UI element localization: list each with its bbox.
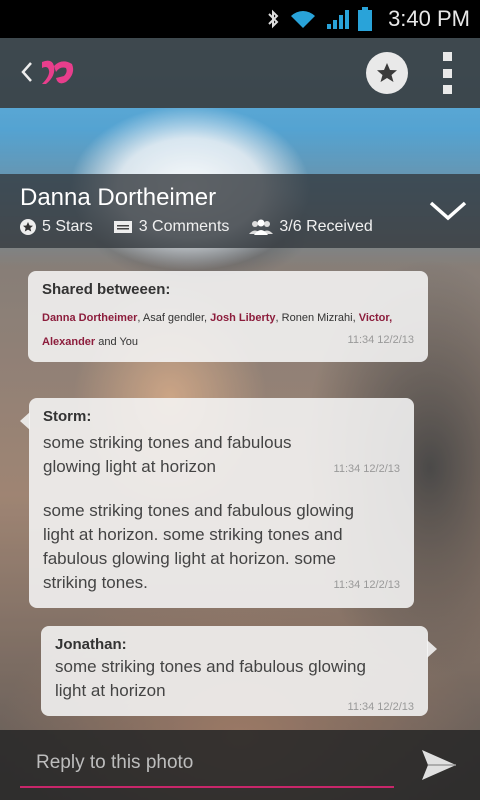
- menu-dot: [442, 52, 452, 61]
- send-icon[interactable]: [420, 748, 458, 782]
- menu-dot: [442, 85, 452, 94]
- stars-label: 5 Stars: [42, 218, 93, 235]
- message-text: some striking tones and fabulous glowing…: [55, 657, 366, 700]
- shared-names-list: Danna Dortheimer, Asaf gendler, Josh Lib…: [42, 306, 414, 354]
- bubble-tail: [427, 640, 437, 658]
- shared-name: , Ronen Mizrahi,: [275, 312, 359, 324]
- comments-count[interactable]: 3 Comments: [113, 218, 230, 236]
- shared-timestamp: 11:34 12/2/13: [347, 334, 414, 346]
- overflow-menu-button[interactable]: [440, 52, 454, 94]
- action-bar: [0, 38, 480, 108]
- message-part: some striking tones and fabulous glowing…: [43, 499, 400, 595]
- bubble-tail: [20, 412, 30, 430]
- message-timestamp: 11:34 12/2/13: [333, 579, 400, 591]
- message-timestamp: 11:34 12/2/13: [347, 701, 414, 713]
- menu-dot: [442, 68, 452, 78]
- message-sender: Storm:: [43, 408, 92, 425]
- message-part: some striking tones and fabulous glowing…: [43, 431, 400, 479]
- message-card: Storm: some striking tones and fabulous …: [20, 398, 414, 608]
- post-meta-row: 5 Stars 3 Comments 3/6 Received: [20, 218, 393, 236]
- star-circle-icon: [20, 219, 36, 235]
- message-part: some striking tones and fabulous glowing…: [55, 655, 414, 713]
- status-time: 3:40 PM: [388, 6, 470, 31]
- shared-name[interactable]: Josh Liberty: [210, 312, 275, 324]
- stars-count[interactable]: 5 Stars: [20, 218, 93, 236]
- comments-label: 3 Comments: [138, 218, 230, 235]
- shared-name: and You: [95, 336, 139, 348]
- post-header: Danna Dortheimer 5 Stars 3 Comments 3/6 …: [0, 174, 480, 248]
- app-logo-icon[interactable]: [38, 54, 78, 90]
- shared-name[interactable]: Danna Dortheimer: [42, 312, 137, 324]
- shared-between-title: Shared betweeen:: [42, 281, 171, 298]
- message-card: Jonathan: some striking tones and fabulo…: [41, 626, 437, 716]
- received-count[interactable]: 3/6 Received: [249, 218, 373, 236]
- message-timestamp: 11:34 12/2/13: [333, 463, 400, 475]
- reply-input[interactable]: [20, 740, 394, 788]
- status-bar: 3:40 PM: [0, 0, 480, 38]
- wifi-icon: [291, 11, 316, 28]
- back-chevron-icon[interactable]: [20, 60, 34, 84]
- people-icon: [249, 219, 274, 235]
- reply-bar: [0, 730, 480, 800]
- shared-between-card: Shared betweeen: Danna Dortheimer, Asaf …: [28, 271, 428, 362]
- comment-icon: [113, 221, 132, 233]
- star-icon: [377, 63, 397, 82]
- message-sender: Jonathan:: [55, 636, 127, 653]
- post-author-name: Danna Dortheimer: [20, 184, 217, 211]
- received-label: 3/6 Received: [279, 218, 373, 235]
- signal-icon: [327, 10, 350, 29]
- shared-name: , Asaf gendler,: [137, 312, 211, 324]
- battery-icon: [358, 7, 373, 31]
- star-button[interactable]: [366, 52, 408, 94]
- bluetooth-icon: [268, 9, 279, 29]
- chevron-down-icon[interactable]: [428, 200, 468, 222]
